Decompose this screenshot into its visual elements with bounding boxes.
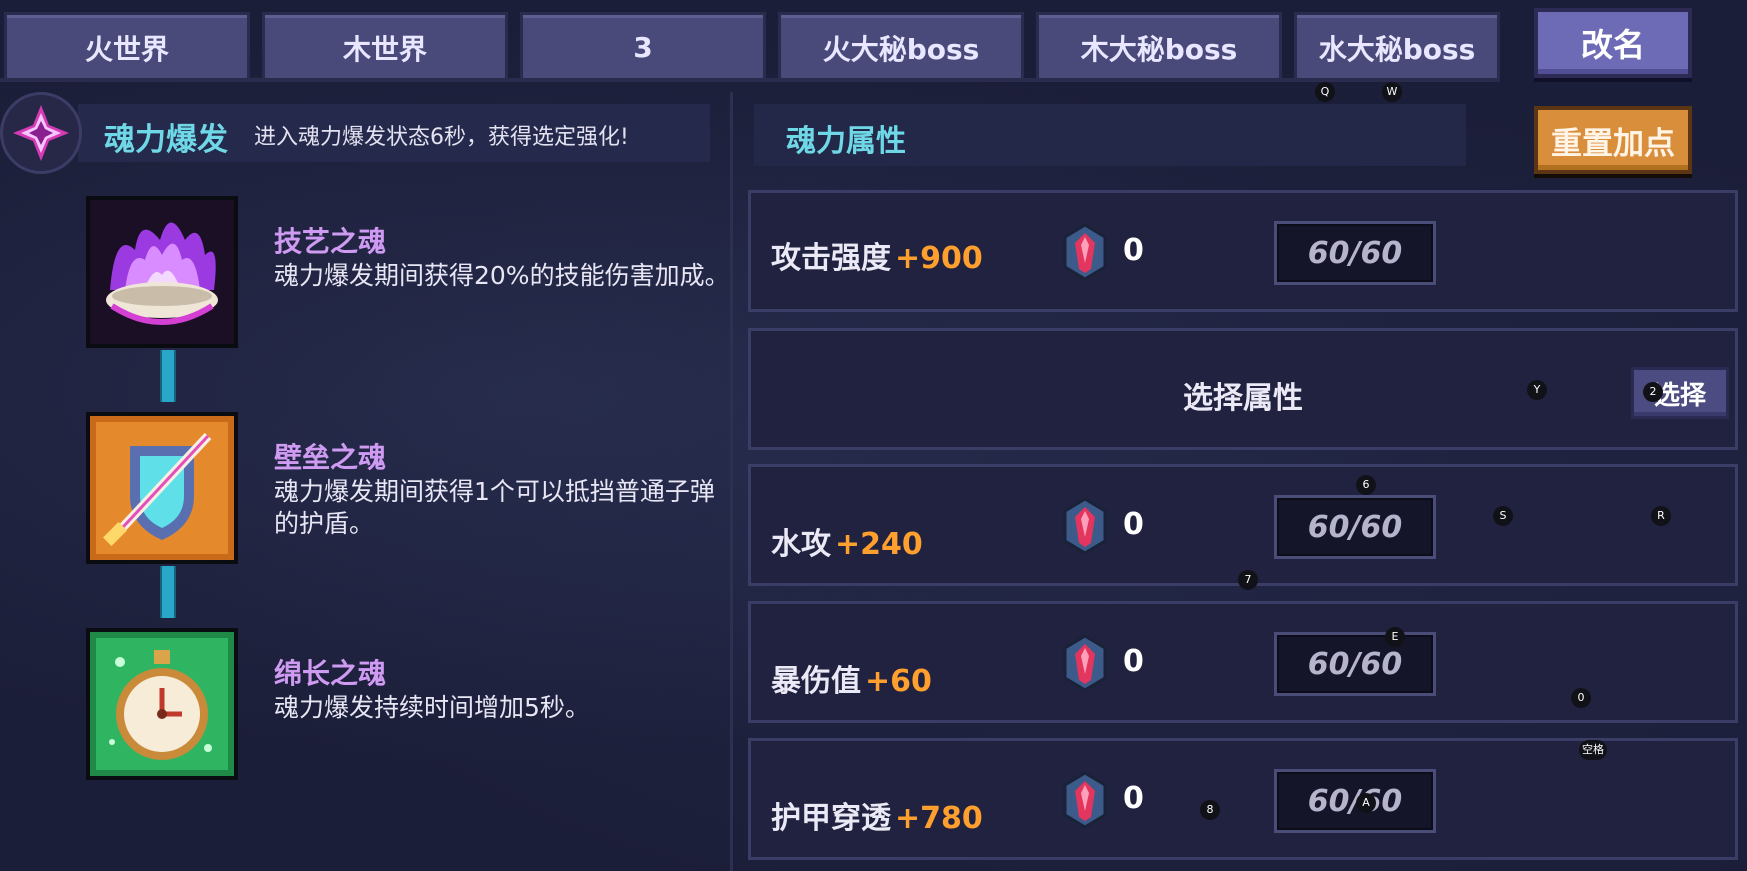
purple-flame-bowl-icon[interactable] bbox=[86, 196, 238, 348]
soul-gem-icon bbox=[1063, 634, 1107, 692]
tab-underline bbox=[0, 78, 1500, 82]
key-hint: 2 bbox=[1643, 382, 1663, 402]
select-attribute-label: 选择属性 bbox=[1183, 381, 1303, 416]
soul-description: 魂力爆发期间获得1个可以抵挡普通子弹的护盾。 bbox=[274, 477, 715, 538]
attribute-label: 暴伤值 +60 bbox=[771, 664, 932, 699]
attribute-cap: 60/60 bbox=[1274, 769, 1436, 833]
attribute-row: 攻击强度 +900 0 60/60 bbox=[748, 190, 1738, 312]
tab-3[interactable]: 3 bbox=[520, 12, 766, 80]
key-hint: 7 bbox=[1238, 570, 1258, 590]
attribute-bonus: +60 bbox=[865, 664, 932, 699]
tab-bar: 火世界 木世界 3 火大秘boss 木大秘boss 水大秘boss bbox=[0, 0, 1500, 82]
key-hint: W bbox=[1382, 82, 1402, 102]
tab-wood-boss[interactable]: 木大秘boss bbox=[1036, 12, 1282, 80]
chain-link bbox=[160, 566, 176, 618]
tab-fire-boss[interactable]: 火大秘boss bbox=[778, 12, 1024, 80]
tab-wood-world[interactable]: 木世界 bbox=[262, 12, 508, 80]
rename-button[interactable]: 改名 bbox=[1534, 8, 1692, 78]
tab-fire-world[interactable]: 火世界 bbox=[4, 12, 250, 80]
key-hint: Y bbox=[1527, 380, 1547, 400]
attribute-cap: 60/60 bbox=[1274, 632, 1436, 696]
attribute-label: 水攻 +240 bbox=[771, 527, 923, 562]
soul-description: 魂力爆发持续时间增加5秒。 bbox=[274, 693, 590, 722]
attributes-title: 魂力属性 bbox=[786, 124, 906, 159]
key-hint: A bbox=[1356, 793, 1376, 813]
shield-sword-icon[interactable] bbox=[86, 412, 238, 564]
key-hint: Q bbox=[1315, 82, 1335, 102]
key-hint: E bbox=[1385, 627, 1405, 647]
gem-count: 0 bbox=[1123, 644, 1144, 679]
soul-name: 技艺之魂 bbox=[274, 225, 387, 258]
attribute-label: 攻击强度 +900 bbox=[771, 241, 983, 276]
gem-count: 0 bbox=[1123, 507, 1144, 542]
key-hint: 6 bbox=[1356, 475, 1376, 495]
soul-burst-emblem-icon bbox=[0, 92, 82, 174]
gem-count: 0 bbox=[1123, 781, 1144, 816]
key-hint: S bbox=[1493, 506, 1513, 526]
burst-header: 魂力爆发 进入魂力爆发状态6秒，获得选定强化! bbox=[0, 92, 712, 174]
attribute-cap: 60/60 bbox=[1274, 221, 1436, 285]
attribute-label: 护甲穿透 +780 bbox=[771, 801, 983, 836]
gem-count: 0 bbox=[1123, 233, 1144, 268]
attribute-row: 暴伤值 +60 0 60/60 bbox=[748, 601, 1738, 723]
soul-description: 魂力爆发期间获得20%的技能伤害加成。 bbox=[274, 261, 730, 290]
soul-gem-icon bbox=[1063, 497, 1107, 555]
attribute-bonus: +240 bbox=[835, 527, 923, 562]
soul-gem-icon bbox=[1063, 223, 1107, 281]
soul-name: 壁垒之魂 bbox=[274, 441, 387, 474]
key-hint: R bbox=[1651, 506, 1671, 526]
select-attribute-row: 选择属性 选择 bbox=[748, 328, 1738, 450]
key-hint: 8 bbox=[1200, 800, 1220, 820]
stopwatch-icon[interactable] bbox=[86, 628, 238, 780]
burst-title: 魂力爆发 bbox=[104, 122, 228, 158]
chain-link bbox=[160, 350, 176, 402]
attribute-row: 水攻 +240 0 60/60 bbox=[748, 464, 1738, 586]
panel-divider bbox=[730, 92, 733, 871]
attribute-bonus: +900 bbox=[895, 241, 983, 276]
key-hint: 空格 bbox=[1579, 740, 1607, 760]
key-hint: 0 bbox=[1571, 688, 1591, 708]
tab-water-boss[interactable]: 水大秘boss bbox=[1294, 12, 1500, 80]
burst-description: 进入魂力爆发状态6秒，获得选定强化! bbox=[254, 125, 629, 150]
reset-points-button[interactable]: 重置加点 bbox=[1534, 106, 1692, 174]
attribute-cap: 60/60 bbox=[1274, 495, 1436, 559]
soul-name: 绵长之魂 bbox=[274, 657, 387, 690]
attribute-bonus: +780 bbox=[895, 801, 983, 836]
soul-gem-icon bbox=[1063, 771, 1107, 829]
